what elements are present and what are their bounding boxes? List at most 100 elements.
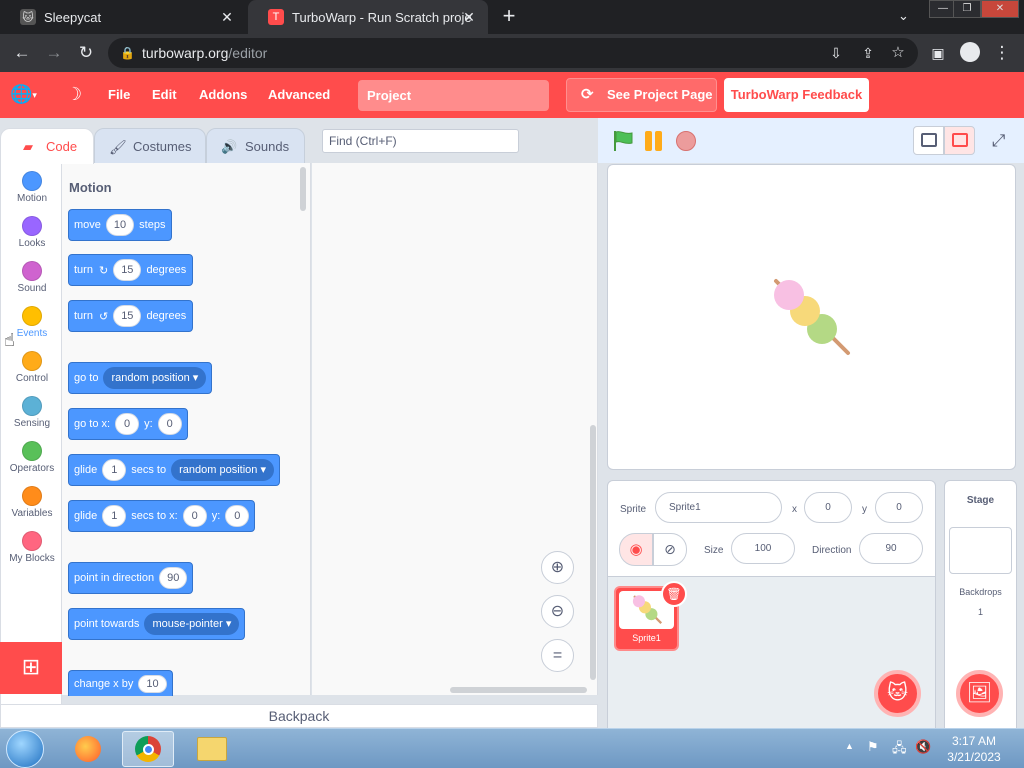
profile-avatar-icon[interactable] xyxy=(960,42,980,62)
tray-expand-arrow-icon[interactable]: ▲ xyxy=(845,741,854,751)
stage-canvas[interactable] xyxy=(607,164,1016,470)
sprite-size-input[interactable]: 100 xyxy=(731,533,795,564)
choose-sprite-cat-icon[interactable]: 🐱 xyxy=(874,670,921,717)
block-turn-right[interactable]: turn ↻ 15 degrees xyxy=(68,254,194,286)
chrome-icon[interactable] xyxy=(122,731,174,767)
block-input[interactable]: 0 xyxy=(157,413,182,435)
turbowarp-feedback-button[interactable]: TurboWarp Feedback xyxy=(724,78,869,112)
pause-icon[interactable] xyxy=(643,131,665,151)
block-dropdown[interactable]: random position ▾ xyxy=(103,367,207,389)
new-tab-plus-icon[interactable]: + xyxy=(498,5,520,28)
zoom-in-icon[interactable]: ⊕ xyxy=(541,551,574,584)
category-variables[interactable]: Variables xyxy=(1,486,63,519)
sprite-y-input[interactable]: 0 xyxy=(875,492,923,523)
chrome-menu-icon[interactable]: ⋮ xyxy=(992,43,1012,63)
block-input[interactable]: 0 xyxy=(115,413,140,435)
hide-sprite-eye-icon[interactable]: ⊘ xyxy=(653,533,687,566)
restore-window-icon[interactable]: ❐ xyxy=(953,0,981,18)
workspace-horizontal-scrollbar[interactable] xyxy=(450,687,587,693)
large-stage-icon xyxy=(952,133,968,147)
find-input[interactable]: Find (Ctrl+F) xyxy=(322,129,519,153)
browser-tab-turbowarp[interactable]: T TurboWarp - Run Scratch project ✕ xyxy=(248,0,488,34)
size-label: Size xyxy=(704,545,724,556)
show-sprite-eye-icon[interactable]: ◉ xyxy=(619,533,653,566)
close-tab-icon[interactable]: ✕ xyxy=(460,8,478,26)
volume-muted-icon[interactable]: 🔇 xyxy=(915,739,931,755)
install-app-icon[interactable]: ⇩ xyxy=(826,43,846,63)
theme-moon-icon[interactable]: ☽ xyxy=(66,84,82,105)
block-turn-left[interactable]: turn ↺ 15 degrees xyxy=(68,300,194,332)
project-title-input[interactable]: Project xyxy=(358,80,549,111)
see-project-page-button[interactable]: ⟳ See Project Page xyxy=(566,78,717,112)
palette-scrollbar[interactable] xyxy=(300,167,306,211)
zoom-reset-icon[interactable]: = xyxy=(541,639,574,672)
block-go-to-xy[interactable]: go to x: 0 y: 0 xyxy=(68,408,188,440)
network-icon[interactable]: 🖧 xyxy=(892,739,907,761)
windows-taskbar: ▲ ⚑ 🖧 🔇 3:17 AM 3/21/2023 xyxy=(0,728,1024,768)
menu-edit[interactable]: Edit xyxy=(152,72,177,118)
green-flag-icon[interactable] xyxy=(612,130,634,152)
tab-search-chevron-icon[interactable]: ⌄ xyxy=(898,8,909,24)
close-window-icon[interactable]: ✕ xyxy=(981,0,1019,18)
zoom-out-icon[interactable]: ⊖ xyxy=(541,595,574,628)
add-extension-button[interactable]: ⊞ xyxy=(0,642,62,694)
sprite-name-input[interactable]: Sprite1 xyxy=(655,492,782,523)
block-dropdown[interactable]: random position ▾ xyxy=(171,459,274,481)
sprite-direction-input[interactable]: 90 xyxy=(859,533,923,564)
menu-file[interactable]: File xyxy=(108,72,130,118)
start-orb-icon[interactable] xyxy=(6,730,44,768)
choose-backdrop-image-icon[interactable]: 🖼 xyxy=(956,670,1003,717)
back-arrow-icon[interactable]: ← xyxy=(12,43,32,63)
block-input[interactable]: 10 xyxy=(105,214,135,236)
tab-sounds[interactable]: 🔊 Sounds xyxy=(206,128,305,164)
menu-advanced[interactable]: Advanced xyxy=(268,72,330,118)
forward-arrow-icon[interactable]: → xyxy=(44,43,64,63)
stop-icon[interactable] xyxy=(676,131,696,151)
category-sensing[interactable]: Sensing xyxy=(1,396,63,429)
system-clock[interactable]: 3:17 AM 3/21/2023 xyxy=(938,733,1010,765)
category-control[interactable]: Control xyxy=(1,351,63,384)
browser-tab-sleepycat[interactable]: 🐱 Sleepycat ✕ xyxy=(0,0,246,34)
block-point-towards[interactable]: point towards mouse-pointer ▾ xyxy=(68,608,246,640)
tab-costumes[interactable]: 🖌 Costumes xyxy=(94,128,206,164)
delete-sprite-trash-icon[interactable]: 🗑 xyxy=(661,581,687,607)
file-explorer-folder-icon[interactable] xyxy=(186,731,238,767)
category-motion[interactable]: Motion xyxy=(1,171,63,204)
share-icon[interactable]: ⇪ xyxy=(858,43,878,63)
close-tab-icon[interactable]: ✕ xyxy=(218,8,236,26)
category-my-blocks[interactable]: My Blocks xyxy=(1,531,63,564)
small-stage-button[interactable] xyxy=(913,126,944,155)
category-looks[interactable]: Looks xyxy=(1,216,63,249)
backpack-bar[interactable]: Backpack xyxy=(0,704,598,728)
reload-icon[interactable]: ↻ xyxy=(76,43,96,63)
block-change-x[interactable]: change x by 10 xyxy=(68,670,173,696)
fullscreen-icon[interactable]: ⤢ xyxy=(983,126,1014,155)
sprite-x-input[interactable]: 0 xyxy=(804,492,852,523)
category-sound[interactable]: Sound xyxy=(1,261,63,294)
block-input[interactable]: 10 xyxy=(138,674,167,693)
block-input[interactable]: 0 xyxy=(182,505,207,527)
category-operators[interactable]: Operators xyxy=(1,441,63,474)
block-input[interactable]: 15 xyxy=(113,305,142,327)
block-go-to[interactable]: go to random position ▾ xyxy=(68,362,213,394)
block-move-steps[interactable]: move 10 steps xyxy=(68,209,173,241)
menu-addons[interactable]: Addons xyxy=(199,72,247,118)
block-input[interactable]: 1 xyxy=(102,505,127,527)
workspace-vertical-scrollbar[interactable] xyxy=(590,425,596,680)
block-dropdown[interactable]: mouse-pointer ▾ xyxy=(144,613,240,635)
bookmark-star-icon[interactable]: ☆ xyxy=(888,43,908,63)
address-bar[interactable]: 🔒 turbowarp.org/editor xyxy=(108,38,918,68)
block-glide-to-xy[interactable]: glide 1 secs to x: 0 y: 0 xyxy=(68,500,256,532)
block-input[interactable]: 15 xyxy=(113,259,142,281)
block-input[interactable]: 0 xyxy=(225,505,250,527)
side-panel-icon[interactable]: ▣ xyxy=(928,43,948,63)
tab-code[interactable]: ▰ Code xyxy=(0,128,94,164)
large-stage-button[interactable] xyxy=(944,126,975,155)
language-globe-icon[interactable]: 🌐▾ xyxy=(10,84,37,105)
firefox-icon[interactable] xyxy=(62,731,114,767)
block-input[interactable]: 90 xyxy=(159,567,188,589)
tray-flag-icon[interactable]: ⚑ xyxy=(867,739,879,755)
block-input[interactable]: 1 xyxy=(102,459,127,481)
block-glide-to[interactable]: glide 1 secs to random position ▾ xyxy=(68,454,280,486)
block-point-in-direction[interactable]: point in direction 90 xyxy=(68,562,194,594)
